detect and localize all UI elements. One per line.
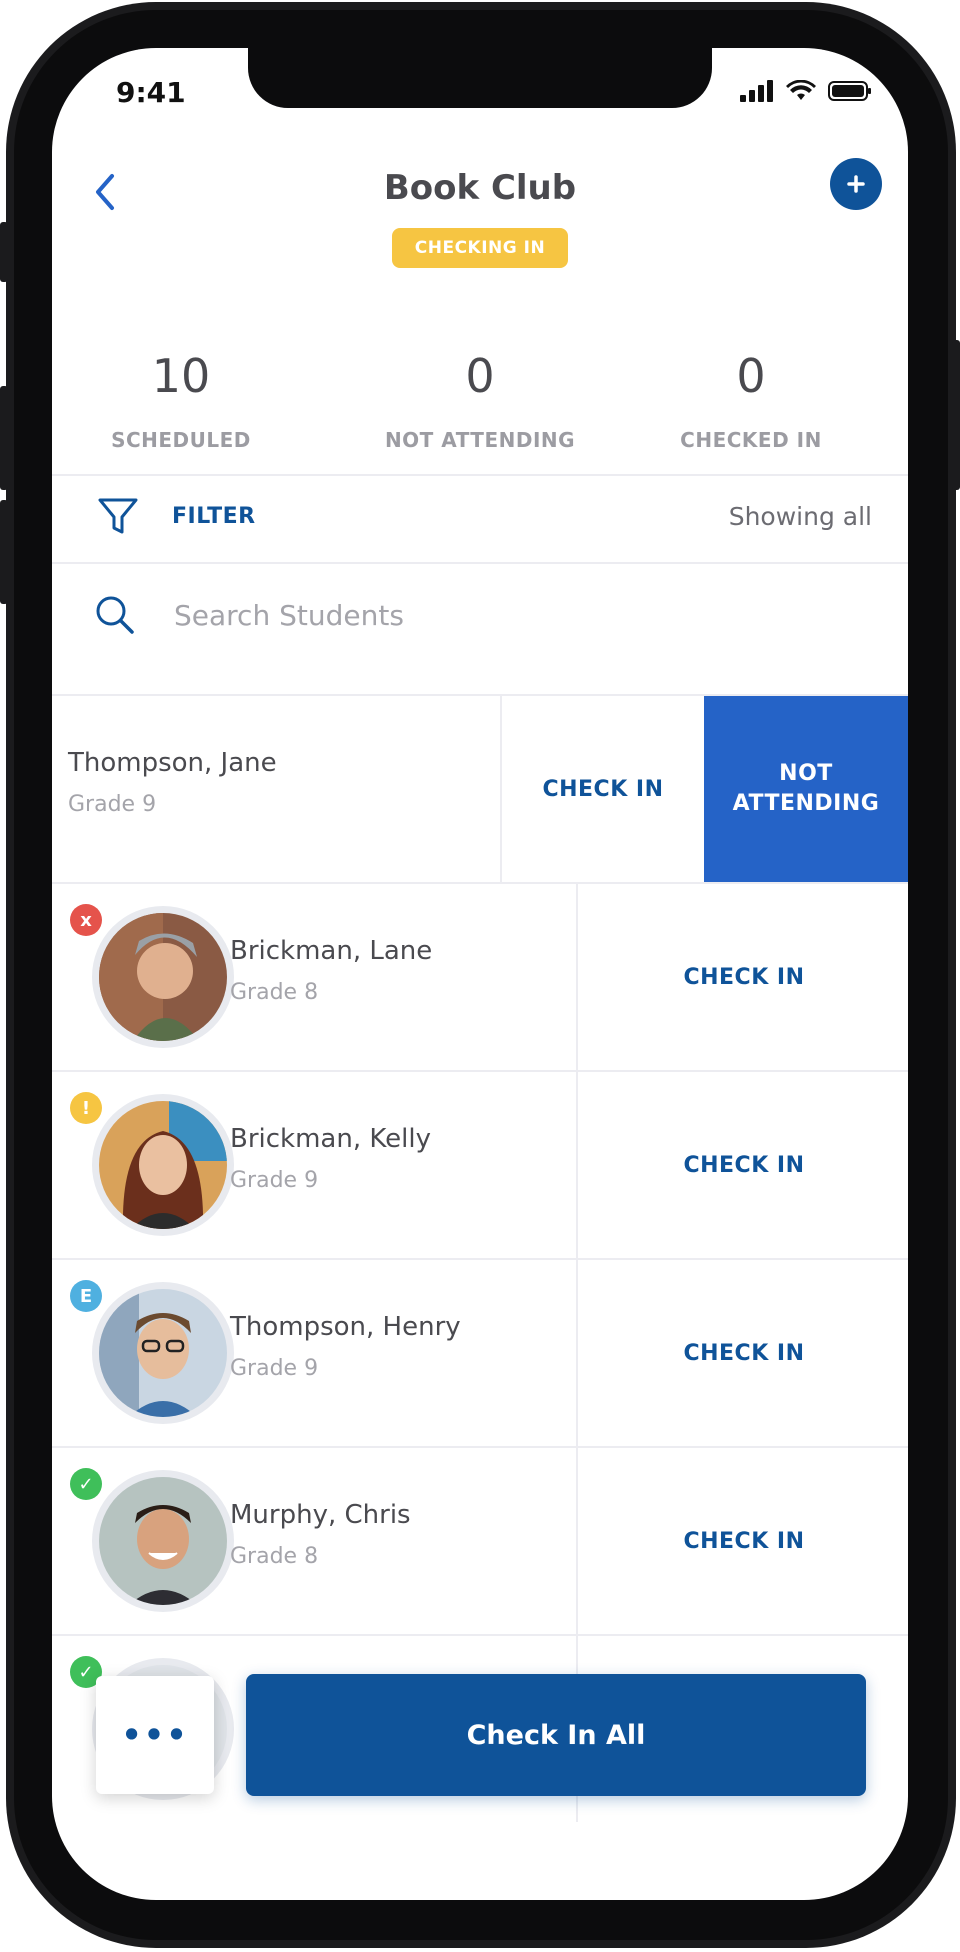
bottom-action-bar: ••• Check In All [52,1652,908,1802]
student-name: Thompson, Jane [68,748,277,778]
avatar-photo [99,913,227,1041]
filter-row: FILTER Showing all [52,476,908,562]
status-time: 9:41 [116,76,186,109]
status-e-icon: E [70,1280,102,1312]
add-button[interactable] [830,158,882,210]
check-in-all-button[interactable]: Check In All [246,1674,866,1796]
avatar-photo [99,1289,227,1417]
volume-up-button [0,386,8,490]
battery-icon [828,81,871,101]
filter-icon [98,498,138,534]
notch [248,48,712,108]
filter-button[interactable] [96,494,140,542]
student-row[interactable]: E Thompson, Henry Grade 9 CHECK IN [52,1260,908,1446]
stat-checked-in: 0 CHECKED IN [626,348,876,452]
attendance-stats: 10 SCHEDULED 0 NOT ATTENDING 0 CHECKED I… [52,348,908,468]
search-input[interactable] [172,590,856,640]
stat-scheduled: 10 SCHEDULED [56,348,306,452]
student-grade: Grade 9 [68,792,157,817]
volume-down-button [0,500,8,604]
status-icons [740,80,872,102]
student-grade: Grade 9 [230,1356,319,1381]
status-badge: CHECKING IN [392,228,568,268]
wifi-icon [786,80,816,100]
stat-label: NOT ATTENDING [384,428,576,452]
status-warning-icon: ! [70,1092,102,1124]
stat-not-attending: 0 NOT ATTENDING [355,348,605,452]
search-icon [96,596,134,634]
filter-label[interactable]: FILTER [172,504,256,529]
student-grade: Grade 9 [230,1168,319,1193]
avatar-photo [99,1477,227,1605]
stat-value: 10 [151,349,211,403]
student-row[interactable]: x Brickman, Lane Grade 8 CHECK IN [52,884,908,1070]
avatar [92,906,234,1048]
power-button [952,340,960,490]
filter-status: Showing all [728,502,872,531]
stat-value: 0 [736,349,766,403]
search-bar [52,564,908,664]
status-check-icon: ✓ [70,1468,102,1500]
student-row[interactable]: ! Brickman, Kelly Grade 9 CHECK IN [52,1072,908,1258]
more-button[interactable]: ••• [96,1676,214,1794]
signal-icon [740,80,773,102]
student-name: Murphy, Chris [230,1500,411,1530]
student-name: Brickman, Kelly [230,1124,431,1154]
check-in-button[interactable]: CHECK IN [500,696,704,882]
avatar [92,1470,234,1612]
student-grade: Grade 8 [230,1544,319,1569]
avatar [92,1094,234,1236]
header: Book Club CHECKING IN [52,148,908,268]
mute-switch [0,222,8,282]
not-attending-button[interactable]: NOT ATTENDING [704,696,908,882]
student-grade: Grade 8 [230,980,319,1005]
student-row-swiped[interactable]: Thompson, Jane Grade 9 CHECK IN NOT ATTE… [52,696,908,882]
check-in-button[interactable]: CHECK IN [576,884,908,1070]
stat-label: SCHEDULED [111,428,251,452]
student-name: Thompson, Henry [230,1312,461,1342]
avatar-photo [99,1101,227,1229]
student-row[interactable]: ✓ Murphy, Chris Grade 8 CHECK IN [52,1448,908,1634]
check-in-button[interactable]: CHECK IN [576,1072,908,1258]
stat-label: CHECKED IN [680,428,822,452]
not-attending-label: NOT ATTENDING [732,761,880,816]
page-title: Book Club [383,168,577,208]
check-in-button[interactable]: CHECK IN [576,1260,908,1446]
check-in-button[interactable]: CHECK IN [576,1448,908,1634]
stat-value: 0 [465,349,495,403]
avatar [92,1282,234,1424]
plus-icon [847,175,865,193]
status-x-icon: x [70,904,102,936]
student-name: Brickman, Lane [230,936,433,966]
app-screen: 9:41 Book Club CHECKING IN 10 SCHEDULED … [52,48,908,1900]
